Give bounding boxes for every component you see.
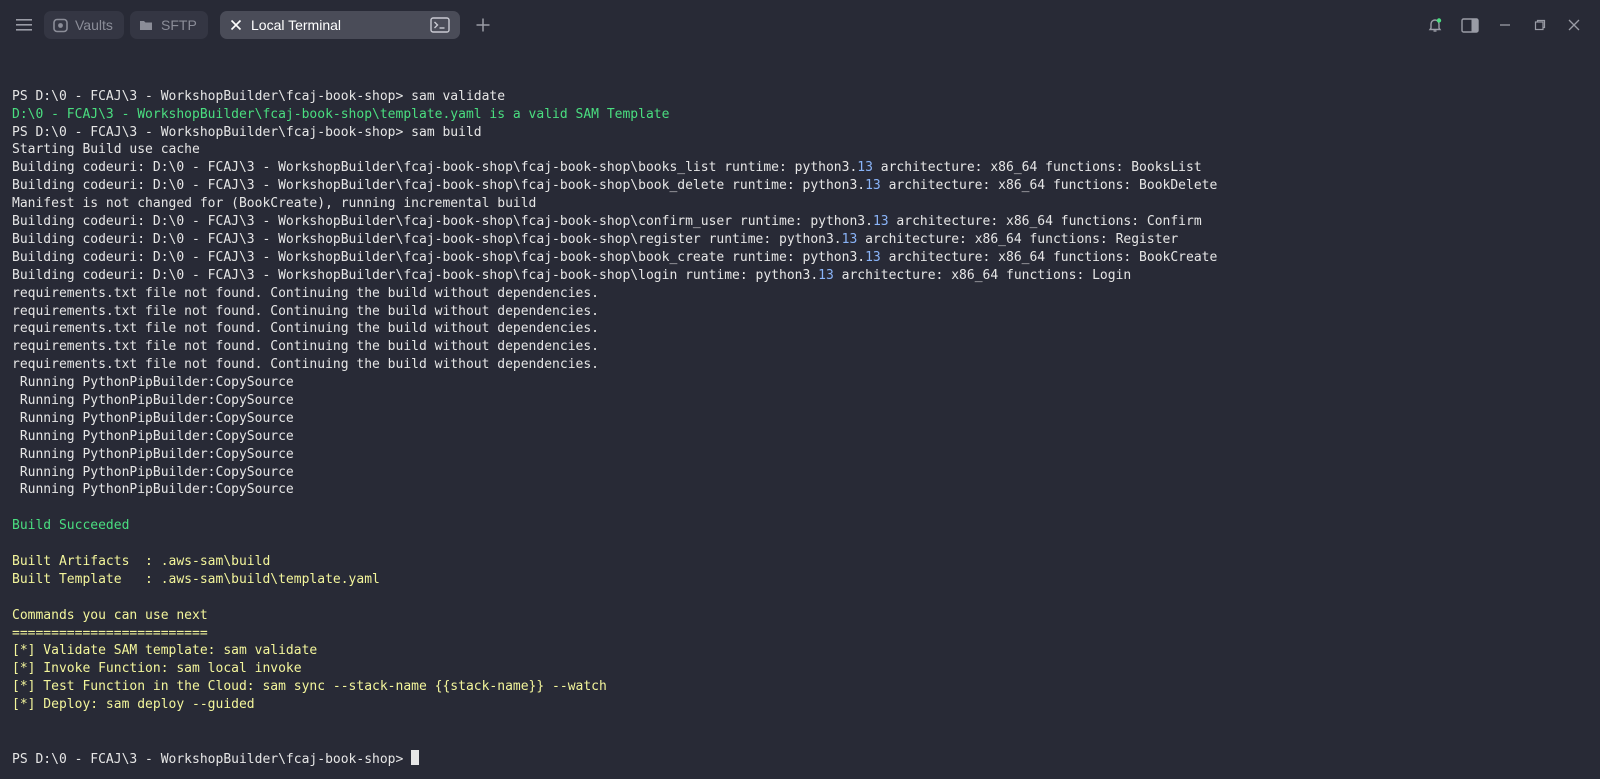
tab-sftp[interactable]: SFTP [130, 11, 208, 39]
current-prompt-line[interactable]: PS D:\0 - FCAJ\3 - WorkshopBuilder\fcaj-… [12, 749, 1592, 768]
terminal-line: [*] Test Function in the Cloud: sam sync… [12, 679, 607, 695]
terminal-line: Starting Build use cache [12, 142, 200, 158]
terminal-line: Building codeuri: D:\0 - FCAJ\3 - Worksh… [12, 249, 1218, 265]
terminal-line: requirements.txt file not found. Continu… [12, 321, 599, 337]
terminal-line: D:\0 - FCAJ\3 - WorkshopBuilder\fcaj-boo… [12, 106, 670, 122]
prompt-text: PS D:\0 - FCAJ\3 - WorkshopBuilder\fcaj-… [12, 751, 412, 767]
terminal-line: Building codeuri: D:\0 - FCAJ\3 - Worksh… [12, 214, 1202, 230]
terminal-line: requirements.txt file not found. Continu… [12, 285, 599, 301]
tab-label: SFTP [161, 17, 197, 33]
terminal-line: Running PythonPipBuilder:CopySource [12, 410, 294, 426]
terminal-line: Manifest is not changed for (BookCreate)… [12, 196, 537, 212]
restore-icon[interactable] [1529, 14, 1551, 36]
bell-icon[interactable] [1424, 14, 1446, 36]
terminal-line: PS D:\0 - FCAJ\3 - WorkshopBuilder\fcaj-… [12, 88, 506, 104]
terminal-line: Running PythonPipBuilder:CopySource [12, 392, 294, 408]
terminal-line: Building codeuri: D:\0 - FCAJ\3 - Worksh… [12, 178, 1218, 194]
terminal-line: Running PythonPipBuilder:CopySource [12, 446, 294, 462]
terminal-line: [*] Deploy: sam deploy --guided [12, 697, 255, 713]
terminal-line: [*] Validate SAM template: sam validate [12, 643, 318, 659]
vault-icon [52, 17, 68, 33]
terminal-line: [*] Invoke Function: sam local invoke [12, 661, 302, 677]
terminal-output[interactable]: PS D:\0 - FCAJ\3 - WorkshopBuilder\fcaj-… [12, 52, 1592, 772]
terminal-line: Built Template : .aws-sam\build\template… [12, 571, 380, 587]
window-close-icon[interactable] [1563, 14, 1585, 36]
terminal-line: Building codeuri: D:\0 - FCAJ\3 - Worksh… [12, 160, 1202, 176]
text-cursor [411, 749, 420, 765]
terminal-line: Commands you can use next [12, 607, 208, 623]
terminal-line: Building codeuri: D:\0 - FCAJ\3 - Worksh… [12, 231, 1179, 247]
terminal-line: Building codeuri: D:\0 - FCAJ\3 - Worksh… [12, 267, 1132, 283]
terminal-line: Running PythonPipBuilder:CopySource [12, 375, 294, 391]
close-icon[interactable] [228, 17, 244, 33]
tab-vaults[interactable]: Vaults [44, 11, 124, 39]
hamburger-menu-icon[interactable] [12, 12, 36, 38]
sidebar-toggle-icon[interactable] [1459, 14, 1481, 36]
terminal-lines: PS D:\0 - FCAJ\3 - WorkshopBuilder\fcaj-… [12, 88, 1592, 714]
terminal-icon [430, 17, 450, 33]
terminal-line: Running PythonPipBuilder:CopySource [12, 464, 294, 480]
tab-local-terminal[interactable]: Local Terminal [220, 11, 460, 39]
tab-label: Local Terminal [251, 17, 342, 33]
terminal-line: PS D:\0 - FCAJ\3 - WorkshopBuilder\fcaj-… [12, 124, 482, 140]
title-bar: Vaults SFTP Local Terminal [0, 0, 1600, 50]
terminal-line: ========================= [12, 625, 208, 641]
terminal-line: Built Artifacts : .aws-sam\build [12, 553, 271, 569]
terminal-line: requirements.txt file not found. Continu… [12, 339, 599, 355]
terminal-line: requirements.txt file not found. Continu… [12, 303, 599, 319]
terminal-line: requirements.txt file not found. Continu… [12, 357, 599, 373]
tab-label: Vaults [75, 17, 113, 33]
add-tab-icon[interactable] [472, 14, 494, 36]
minimize-icon[interactable] [1494, 14, 1516, 36]
folder-icon [138, 17, 154, 33]
terminal-line: Build Succeeded [12, 518, 130, 534]
terminal-line: Running PythonPipBuilder:CopySource [12, 482, 294, 498]
terminal-line: Running PythonPipBuilder:CopySource [12, 428, 294, 444]
